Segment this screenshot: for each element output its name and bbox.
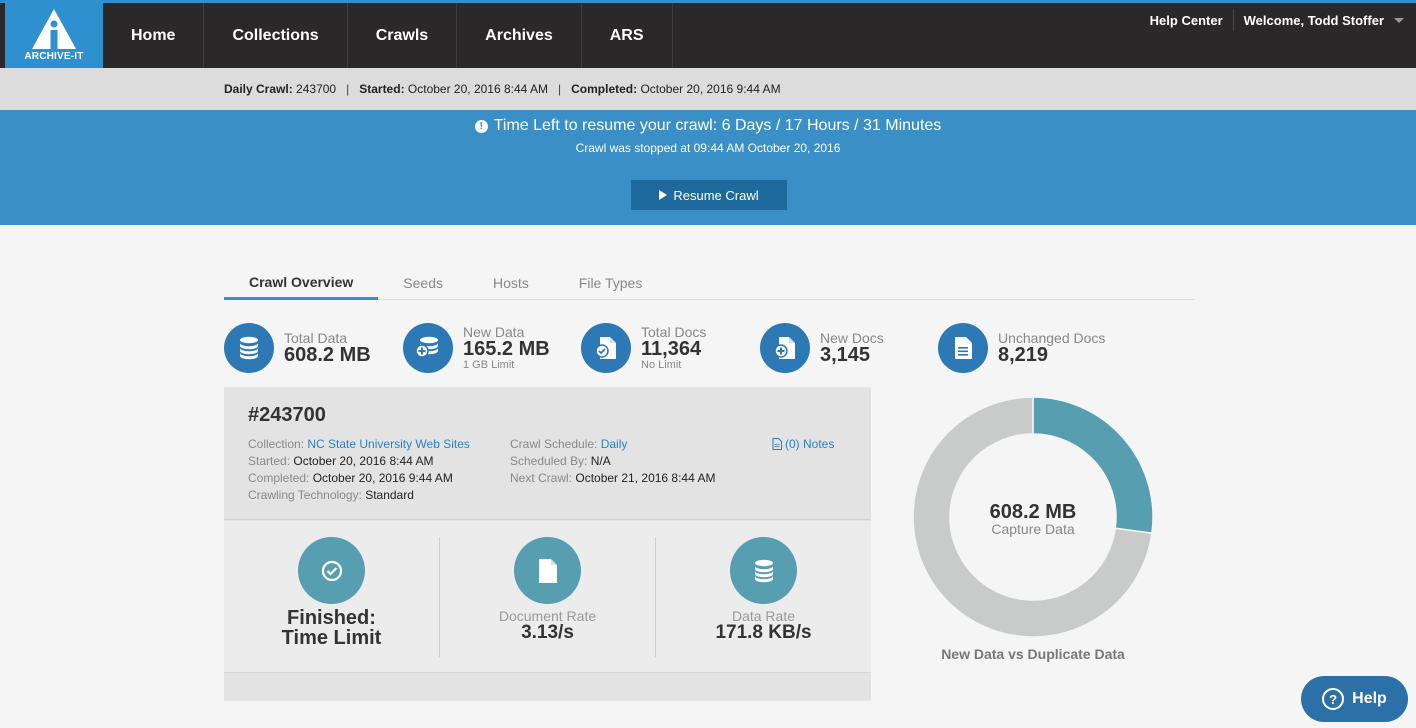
nav-home[interactable]: Home: [103, 3, 205, 68]
crawl-info-bar: Daily Crawl: 243700 | Started: October 2…: [0, 68, 1416, 110]
logo-text: ARCHIVE-IT: [24, 51, 84, 62]
metric-data-rate: Data Rate 171.8 KB/s: [656, 521, 871, 673]
next-crawl-value: October 21, 2016 8:44 AM: [575, 471, 716, 485]
stat-value: 3,145: [820, 344, 871, 366]
daily-crawl-label: Daily Crawl:: [224, 82, 293, 96]
database-plus-icon: [403, 323, 453, 373]
play-icon: [659, 190, 668, 200]
stat-label: Unchanged Docs: [998, 330, 1106, 346]
document-check-icon: [581, 323, 631, 373]
status-line-1: Finished:: [287, 607, 376, 629]
welcome-dropdown[interactable]: Welcome, Todd Stoffer: [1234, 13, 1416, 28]
stat-sub: No Limit: [641, 359, 682, 371]
stat-value: 165.2 MB: [463, 338, 550, 360]
document-icon: [514, 537, 581, 604]
tab-seeds[interactable]: Seeds: [378, 266, 468, 300]
schedule-label: Crawl Schedule:: [510, 437, 598, 451]
scheduled-by-label: Scheduled By:: [510, 454, 588, 468]
banner-title: ! Time Left to resume your crawl: 6 Days…: [0, 117, 1416, 135]
crawl-meta-left: Collection: NC State University Web Site…: [248, 436, 470, 504]
started-label: Started:: [359, 82, 405, 96]
check-circle-icon: [298, 537, 365, 604]
logo-mark-icon: [32, 9, 76, 49]
stat-unchanged-docs: Unchanged Docs 8,219: [938, 322, 1105, 374]
help-button[interactable]: ? Help: [1301, 676, 1408, 722]
stat-label: New Docs: [820, 330, 884, 346]
exclamation-icon: !: [474, 119, 488, 133]
stat-label: New Data: [463, 324, 525, 340]
status-line-2: Time Limit: [281, 627, 382, 649]
crawl-detail-panel: #243700 Collection: NC State University …: [224, 387, 871, 701]
chevron-down-icon: [1394, 17, 1404, 23]
stat-label: Total Docs: [641, 324, 707, 340]
next-crawl-label: Next Crawl:: [510, 471, 573, 485]
started-value: October 20, 2016 8:44 AM: [293, 454, 434, 468]
daily-crawl-value: 243700: [296, 82, 337, 96]
stat-value: 8,219: [998, 344, 1049, 366]
question-icon: ?: [1322, 688, 1345, 710]
top-navbar: ARCHIVE-IT Home Collections Crawls Archi…: [0, 0, 1416, 68]
notes-link[interactable]: (0) Notes: [772, 437, 834, 451]
resume-crawl-label: Resume Crawl: [673, 187, 759, 203]
completed-value: October 20, 2016 9:44 AM: [640, 82, 781, 96]
stat-total-docs: Total Docs 11,364 No Limit: [581, 322, 706, 374]
banner-title-text: Time Left to resume your crawl: 6 Days /…: [493, 117, 942, 134]
crawl-metrics: Finished: Time Limit Document Rate 3.13/…: [224, 521, 871, 673]
metric-document-rate: Document Rate 3.13/s: [440, 521, 655, 673]
schedule-link[interactable]: Daily: [601, 437, 628, 451]
resume-banner: ! Time Left to resume your crawl: 6 Days…: [0, 110, 1416, 225]
tab-hosts[interactable]: Hosts: [468, 266, 554, 300]
stat-value: 608.2 MB: [284, 344, 371, 366]
collection-label: Collection:: [248, 437, 305, 451]
donut-caption: New Data vs Duplicate Data: [941, 646, 1125, 662]
stat-sub: 1 GB Limit: [463, 359, 515, 371]
completed-label: Completed:: [571, 82, 638, 96]
document-plus-icon: [760, 323, 810, 373]
collection-link[interactable]: NC State University Web Sites: [307, 437, 470, 451]
help-label: Help: [1352, 690, 1387, 707]
technology-value: Standard: [365, 488, 414, 502]
database-icon: [224, 323, 274, 373]
resume-crawl-button[interactable]: Resume Crawl: [631, 180, 787, 210]
banner-subtitle: Crawl was stopped at 09:44 AM October 20…: [575, 141, 841, 155]
main-nav: Home Collections Crawls Archives ARS: [103, 3, 673, 68]
metric-status: Finished: Time Limit: [224, 521, 439, 673]
crawl-id: #243700: [248, 404, 326, 426]
note-icon: [772, 438, 782, 450]
stat-new-docs: New Docs 3,145: [760, 322, 884, 374]
crawl-detail-header: #243700 Collection: NC State University …: [224, 387, 871, 520]
welcome-text: Welcome, Todd Stoffer: [1243, 12, 1384, 28]
started-label: Started:: [248, 454, 291, 468]
tab-file-types[interactable]: File Types: [554, 266, 668, 300]
notes-label: (0) Notes: [785, 437, 835, 451]
panel-footer: [224, 673, 871, 701]
user-menu: Help Center Welcome, Todd Stoffer: [1140, 3, 1416, 37]
document-lines-icon: [938, 323, 988, 373]
stat-label: Total Data: [284, 330, 348, 346]
nav-collections[interactable]: Collections: [204, 3, 348, 68]
data-rate-value: 171.8 KB/s: [715, 622, 812, 643]
stat-value: 11,364: [641, 338, 702, 360]
archive-it-logo[interactable]: ARCHIVE-IT: [5, 3, 103, 68]
crawl-meta-right: Crawl Schedule: Daily Scheduled By: N/A …: [510, 436, 715, 487]
tab-crawl-overview[interactable]: Crawl Overview: [224, 266, 379, 300]
started-value: October 20, 2016 8:44 AM: [407, 82, 548, 96]
stat-total-data: Total Data 608.2 MB: [224, 322, 371, 374]
donut-center-label: Capture Data: [991, 521, 1075, 537]
document-rate-value: 3.13/s: [521, 622, 574, 643]
database-icon: [730, 537, 797, 604]
scheduled-by-value: N/A: [590, 454, 611, 468]
crawl-tabs: Crawl Overview Seeds Hosts File Types: [224, 266, 1194, 300]
completed-label: Completed:: [248, 471, 310, 485]
help-center-link[interactable]: Help Center: [1140, 9, 1234, 31]
nav-crawls[interactable]: Crawls: [348, 3, 458, 68]
technology-label: Crawling Technology:: [248, 488, 362, 502]
completed-value: October 20, 2016 9:44 AM: [312, 471, 453, 485]
nav-ars[interactable]: ARS: [582, 3, 673, 68]
nav-archives[interactable]: Archives: [457, 3, 582, 68]
stat-new-data: New Data 165.2 MB 1 GB Limit: [403, 322, 550, 374]
